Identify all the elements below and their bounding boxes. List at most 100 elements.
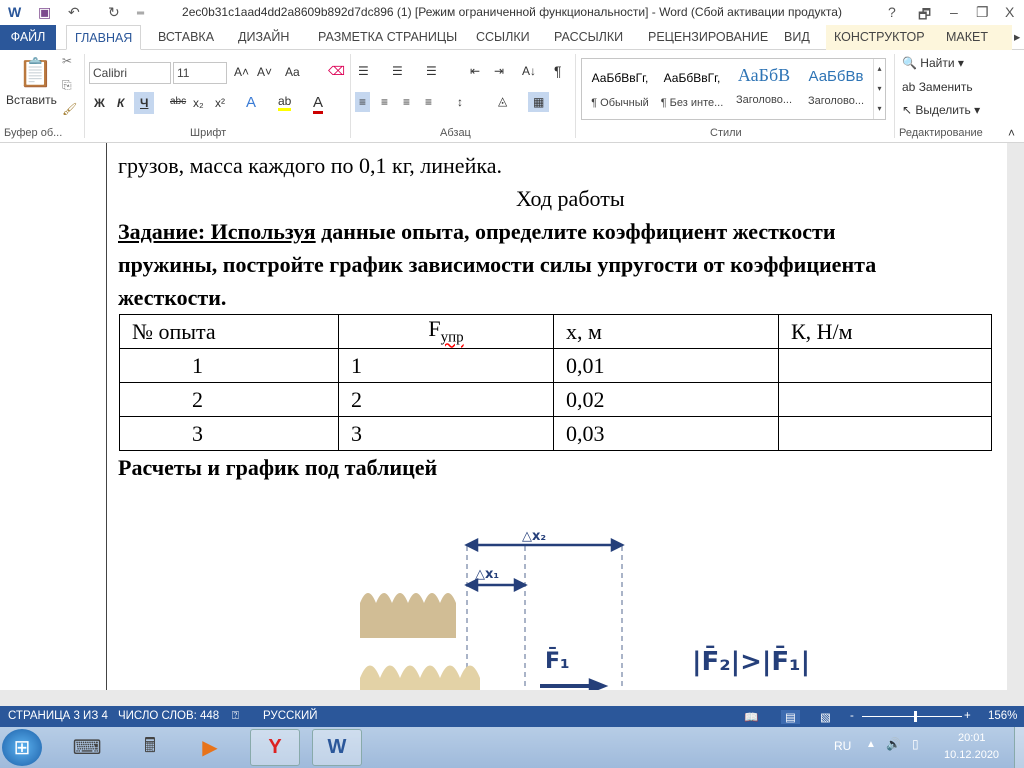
tab-references[interactable]: ССЫЛКИ xyxy=(468,25,538,50)
tab-file[interactable]: ФАЙЛ xyxy=(0,25,56,50)
collapse-ribbon-icon[interactable]: ˄ xyxy=(1008,126,1015,140)
align-left-icon[interactable]: ≡ xyxy=(355,92,371,112)
proofing-icon[interactable]: ⍰ xyxy=(232,710,239,723)
tab-layout[interactable]: РАЗМЕТКА СТРАНИЦЫ xyxy=(310,25,465,50)
maximize-button[interactable]: ❐ xyxy=(976,4,989,21)
web-layout-icon[interactable]: ▧ xyxy=(820,710,831,724)
word-count[interactable]: ЧИСЛО СЛОВ: 448 xyxy=(118,710,219,722)
show-marks-button[interactable]: ¶ xyxy=(554,63,562,79)
bold-button[interactable]: Ж xyxy=(94,96,105,110)
group-font-label: Шрифт xyxy=(190,127,227,139)
line-spacing-icon[interactable]: ↕ xyxy=(457,95,463,109)
group-clipboard-label: Буфер об... xyxy=(4,127,63,139)
align-center-icon[interactable]: ≡ xyxy=(381,95,388,109)
cut-icon[interactable]: ✂ xyxy=(62,54,72,68)
find-button[interactable]: 🔍 Найти ▾ xyxy=(902,56,964,70)
numbering-icon[interactable]: ☰ xyxy=(392,64,403,78)
change-case-button[interactable]: Aa xyxy=(285,65,300,79)
format-painter-icon[interactable]: 🖌 xyxy=(62,102,77,116)
font-size-select[interactable]: 11 xyxy=(173,62,227,84)
underline-button[interactable]: Ч xyxy=(134,92,155,114)
clock-time[interactable]: 20:01 xyxy=(958,732,986,744)
language[interactable]: РУССКИЙ xyxy=(263,710,318,722)
taskbar-word-icon[interactable]: W xyxy=(312,729,362,766)
sort-button[interactable]: А↓ xyxy=(522,64,536,78)
tab-design[interactable]: ДИЗАЙН xyxy=(230,25,297,50)
taskbar-calculator-icon[interactable]: 🖩 xyxy=(125,729,175,766)
title-bar: W ▣ ↶ ↻ ═ 2ec0b31c1aad4dd2a8609b892d7dc8… xyxy=(0,0,1024,25)
task-line-3: жесткости. xyxy=(118,285,227,310)
zoom-out-button[interactable]: - xyxy=(850,710,854,722)
read-mode-icon[interactable]: 📖 xyxy=(744,710,758,724)
subscript-button[interactable]: x₂ xyxy=(193,96,204,110)
multilevel-list-icon[interactable]: ☰ xyxy=(426,64,437,78)
table-cell: 1 xyxy=(119,348,339,383)
select-button[interactable]: ↖ Выделить ▾ xyxy=(902,103,980,117)
taskbar-osk-icon[interactable]: ⌨ xyxy=(62,729,112,766)
text-effects-icon[interactable]: A xyxy=(246,94,256,111)
borders-icon[interactable]: ▦ xyxy=(528,92,550,112)
start-button[interactable]: ⊞ xyxy=(2,729,42,766)
help-button[interactable]: ? xyxy=(888,4,896,20)
paste-icon[interactable]: 📋 xyxy=(18,56,53,89)
superscript-button[interactable]: x² xyxy=(215,96,225,110)
table-cell[interactable] xyxy=(778,382,992,417)
tab-review[interactable]: РЕЦЕНЗИРОВАНИЕ xyxy=(640,25,776,50)
input-language[interactable]: RU xyxy=(834,739,851,753)
table-row: 2 2 0,02 xyxy=(119,382,992,417)
task-line-1: Задание: Используя данные опыта, определ… xyxy=(118,219,836,244)
replace-button[interactable]: ab Заменить xyxy=(902,80,973,94)
zoom-in-button[interactable]: + xyxy=(964,710,971,722)
vertical-scrollbar[interactable] xyxy=(1007,143,1024,690)
italic-button[interactable]: К xyxy=(117,96,124,110)
network-icon[interactable]: ▯ xyxy=(912,737,919,751)
tabs-scroll-right[interactable]: ▸ xyxy=(1012,25,1022,50)
styles-scroll[interactable]: ▴ ▾ ▾ xyxy=(873,59,885,119)
shrink-font-button[interactable]: A˅ xyxy=(257,65,272,79)
paste-button[interactable]: Вставить xyxy=(6,93,57,107)
copy-icon[interactable]: ⎘ xyxy=(62,78,72,93)
tab-constructor[interactable]: КОНСТРУКТОР xyxy=(826,25,938,50)
shading-icon[interactable]: ◬ xyxy=(498,94,507,108)
close-button[interactable]: X xyxy=(1005,4,1014,20)
table-cell[interactable] xyxy=(778,416,992,451)
show-desktop-button[interactable] xyxy=(1014,727,1024,768)
print-layout-icon[interactable]: ▤ xyxy=(781,710,800,724)
tab-mailings[interactable]: РАССЫЛКИ xyxy=(546,25,631,50)
table-cell: 1 xyxy=(338,348,554,383)
table-cell[interactable] xyxy=(778,348,992,383)
tab-insert[interactable]: ВСТАВКА xyxy=(150,25,222,50)
tray-expand-icon[interactable]: ▲ xyxy=(866,739,876,750)
clock-date[interactable]: 10.12.2020 xyxy=(944,749,999,761)
strikethrough-button[interactable]: abc xyxy=(170,96,186,107)
tab-view[interactable]: ВИД xyxy=(776,25,818,50)
font-color-icon[interactable]: A xyxy=(313,94,324,114)
style-normal[interactable]: АаБбВвГг, ¶ Обычный xyxy=(584,59,656,109)
highlight-icon[interactable]: ab xyxy=(278,94,292,111)
font-name-select[interactable]: Calibri xyxy=(89,62,171,84)
taskbar-yandex-icon[interactable]: Y xyxy=(250,729,300,766)
justify-icon[interactable]: ≡ xyxy=(425,95,432,109)
page-count[interactable]: СТРАНИЦА 3 ИЗ 4 xyxy=(8,710,108,722)
increase-indent-icon[interactable]: ⇥ xyxy=(494,64,504,78)
align-right-icon[interactable]: ≡ xyxy=(403,95,410,109)
style-heading2[interactable]: АаБбВв Заголово... xyxy=(800,59,872,107)
table-cell: 0,01 xyxy=(553,348,779,383)
tab-home[interactable]: ГЛАВНАЯ xyxy=(66,25,142,50)
clear-format-icon[interactable]: ⌫ xyxy=(328,64,345,78)
style-no-spacing[interactable]: АаБбВвГг, ¶ Без инте... xyxy=(656,59,728,109)
zoom-level[interactable]: 156% xyxy=(988,710,1017,722)
style-heading1[interactable]: АаБбВ Заголово... xyxy=(728,59,800,106)
header-cell: № опыта xyxy=(119,314,339,349)
tab-layout-table[interactable]: МАКЕТ xyxy=(938,25,1012,50)
grow-font-button[interactable]: A˄ xyxy=(234,65,249,79)
zoom-slider-thumb[interactable] xyxy=(914,711,917,722)
document-area[interactable]: грузов, масса каждого по 0,1 кг, линейка… xyxy=(0,143,1024,690)
zoom-slider[interactable] xyxy=(862,716,962,717)
decrease-indent-icon[interactable]: ⇤ xyxy=(470,64,480,78)
bullets-icon[interactable]: ☰ xyxy=(358,64,369,78)
minimize-button[interactable]: – xyxy=(950,4,958,20)
taskbar-media-icon[interactable]: ▶ xyxy=(185,729,235,766)
volume-icon[interactable]: 🔊 xyxy=(886,737,901,751)
data-table: № опыта Fупр x, м К, Н/м 1 1 0,01 2 2 0,… xyxy=(119,314,992,451)
